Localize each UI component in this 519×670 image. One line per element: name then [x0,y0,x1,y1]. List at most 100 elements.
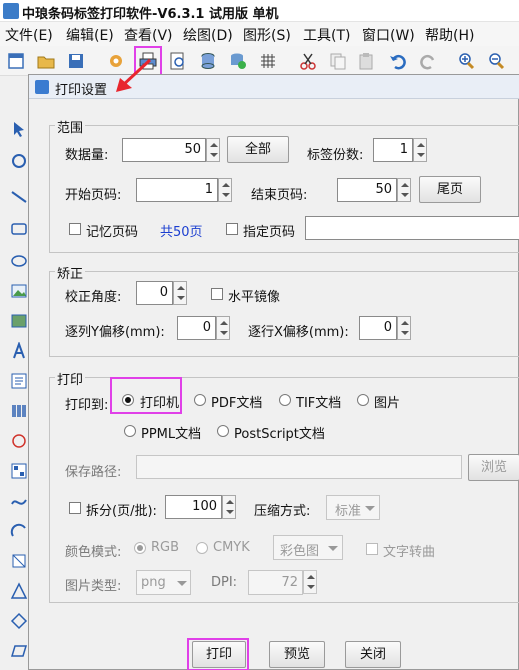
y-offset-input[interactable]: 0 [177,316,216,340]
database-settings-icon[interactable] [228,51,248,71]
data-count-label: 数据量: [65,148,109,163]
copy-icon[interactable] [328,51,348,71]
correction-group [49,271,519,357]
browse-button[interactable]: 浏览 [468,454,519,481]
photo-tool-icon[interactable] [10,312,28,330]
save-path-input[interactable] [136,455,462,479]
data-count-input[interactable]: 50 [122,138,206,162]
menu-edit[interactable]: 编辑(E) [66,25,114,45]
print-to-label: 打印到: [65,398,109,413]
preview-button[interactable]: 预览 [269,641,325,668]
print-legend: 打印 [55,369,86,388]
menu-draw[interactable]: 绘图(D) [183,25,233,45]
end-page-input[interactable]: 50 [337,178,397,202]
split-input[interactable]: 100 [165,495,222,519]
app-logo-icon [3,3,19,19]
specify-page-input[interactable] [305,216,519,240]
target-printer-radio[interactable] [122,394,134,406]
menu-view[interactable]: 查看(V) [124,25,173,45]
zoom-out-icon[interactable] [486,51,506,71]
parallelogram-tool-icon[interactable] [10,642,28,660]
ellipse-tool-icon[interactable] [10,252,28,270]
barcode-tool-icon[interactable] [10,402,28,420]
target-ppml-radio[interactable] [124,425,136,437]
select-cursor-icon[interactable] [10,120,28,138]
dialog-title: 打印设置 [55,83,108,98]
rich-text-tool-icon[interactable] [10,372,28,390]
dialog-app-icon [35,80,49,94]
shape-tool-icon[interactable] [10,432,28,450]
cmyk-radio[interactable] [196,542,208,554]
rgb-radio[interactable] [134,542,146,554]
start-page-input[interactable]: 1 [136,178,218,202]
database-icon[interactable] [198,51,218,71]
target-tif-radio[interactable] [279,394,291,406]
x-offset-spinner[interactable] [397,316,411,340]
color-type-select[interactable]: 彩色图 [273,535,343,560]
remember-page-checkbox[interactable] [69,223,81,235]
rgb-label: RGB [151,540,180,555]
new-file-icon[interactable] [6,51,26,71]
target-pdf-radio[interactable] [194,394,206,406]
annotation-arrow [116,58,152,92]
line-tool-icon[interactable] [10,188,28,206]
compress-select[interactable]: 标准 [326,495,380,520]
start-page-label: 开始页码: [65,188,122,203]
grid-icon[interactable] [258,51,278,71]
menu-file[interactable]: 文件(E) [5,25,53,45]
data-count-spinner[interactable] [206,138,220,162]
target-printer-label: 打印机 [140,396,180,411]
angle-input[interactable]: 0 [136,281,173,305]
last-page-button[interactable]: 尾页 [419,176,481,203]
rotate-icon[interactable] [10,152,28,170]
specify-page-checkbox[interactable] [226,223,238,235]
y-offset-spinner[interactable] [216,316,230,340]
dpi-input[interactable]: 72 [248,570,303,595]
start-page-spinner[interactable] [218,178,232,202]
diamond-tool-icon[interactable] [10,612,28,630]
print-button[interactable]: 打印 [192,641,246,668]
app-titlebar: 中琅条码标签打印软件-V6.3.1 试用版 单机 [0,0,519,22]
rectangle-tool-icon[interactable] [10,220,28,238]
image-tool-icon[interactable] [10,282,28,300]
toolbar [0,46,519,76]
undo-icon[interactable] [388,51,408,71]
redo-icon[interactable] [418,51,438,71]
horizontal-mirror-label: 水平镜像 [228,290,281,305]
angle-spinner[interactable] [173,281,187,305]
target-postscript-radio[interactable] [217,425,229,437]
all-button[interactable]: 全部 [227,136,289,163]
angle-label: 校正角度: [65,290,122,305]
copies-spinner[interactable] [413,138,427,162]
arc-tool-icon[interactable] [10,522,28,540]
end-page-spinner[interactable] [397,178,411,202]
print-preview-icon[interactable] [168,51,188,71]
text-tool-icon[interactable] [10,341,28,360]
menu-window[interactable]: 窗口(W) [362,25,415,45]
curve-tool-icon[interactable] [10,492,28,510]
save-icon[interactable] [66,51,86,71]
target-image-radio[interactable] [357,394,369,406]
open-folder-icon[interactable] [36,51,56,71]
paste-icon[interactable] [356,51,376,71]
target-pdf-label: PDF文档 [211,396,263,411]
text-to-curve-checkbox[interactable] [366,543,378,555]
x-offset-input[interactable]: 0 [359,316,397,340]
split-spinner[interactable] [222,495,236,519]
total-pages-text: 共50页 [160,225,203,240]
image-type-select[interactable]: png [136,570,191,595]
dpi-spinner[interactable] [303,570,317,594]
copies-input[interactable]: 1 [373,138,413,162]
split-checkbox[interactable] [69,502,81,514]
menu-shape[interactable]: 图形(S) [243,25,291,45]
zoom-in-icon[interactable] [456,51,476,71]
horizontal-mirror-checkbox[interactable] [211,288,223,300]
close-button[interactable]: 关闭 [345,641,401,668]
menu-help[interactable]: 帮助(H) [425,25,474,45]
menu-tools[interactable]: 工具(T) [303,25,350,45]
qrcode-tool-icon[interactable] [10,462,28,480]
triangle-tool-icon[interactable] [10,582,28,600]
cut-icon[interactable] [298,51,318,71]
polygon-tool-icon[interactable] [10,552,28,570]
app-title: 中琅条码标签打印软件-V6.3.1 试用版 单机 [22,7,279,22]
